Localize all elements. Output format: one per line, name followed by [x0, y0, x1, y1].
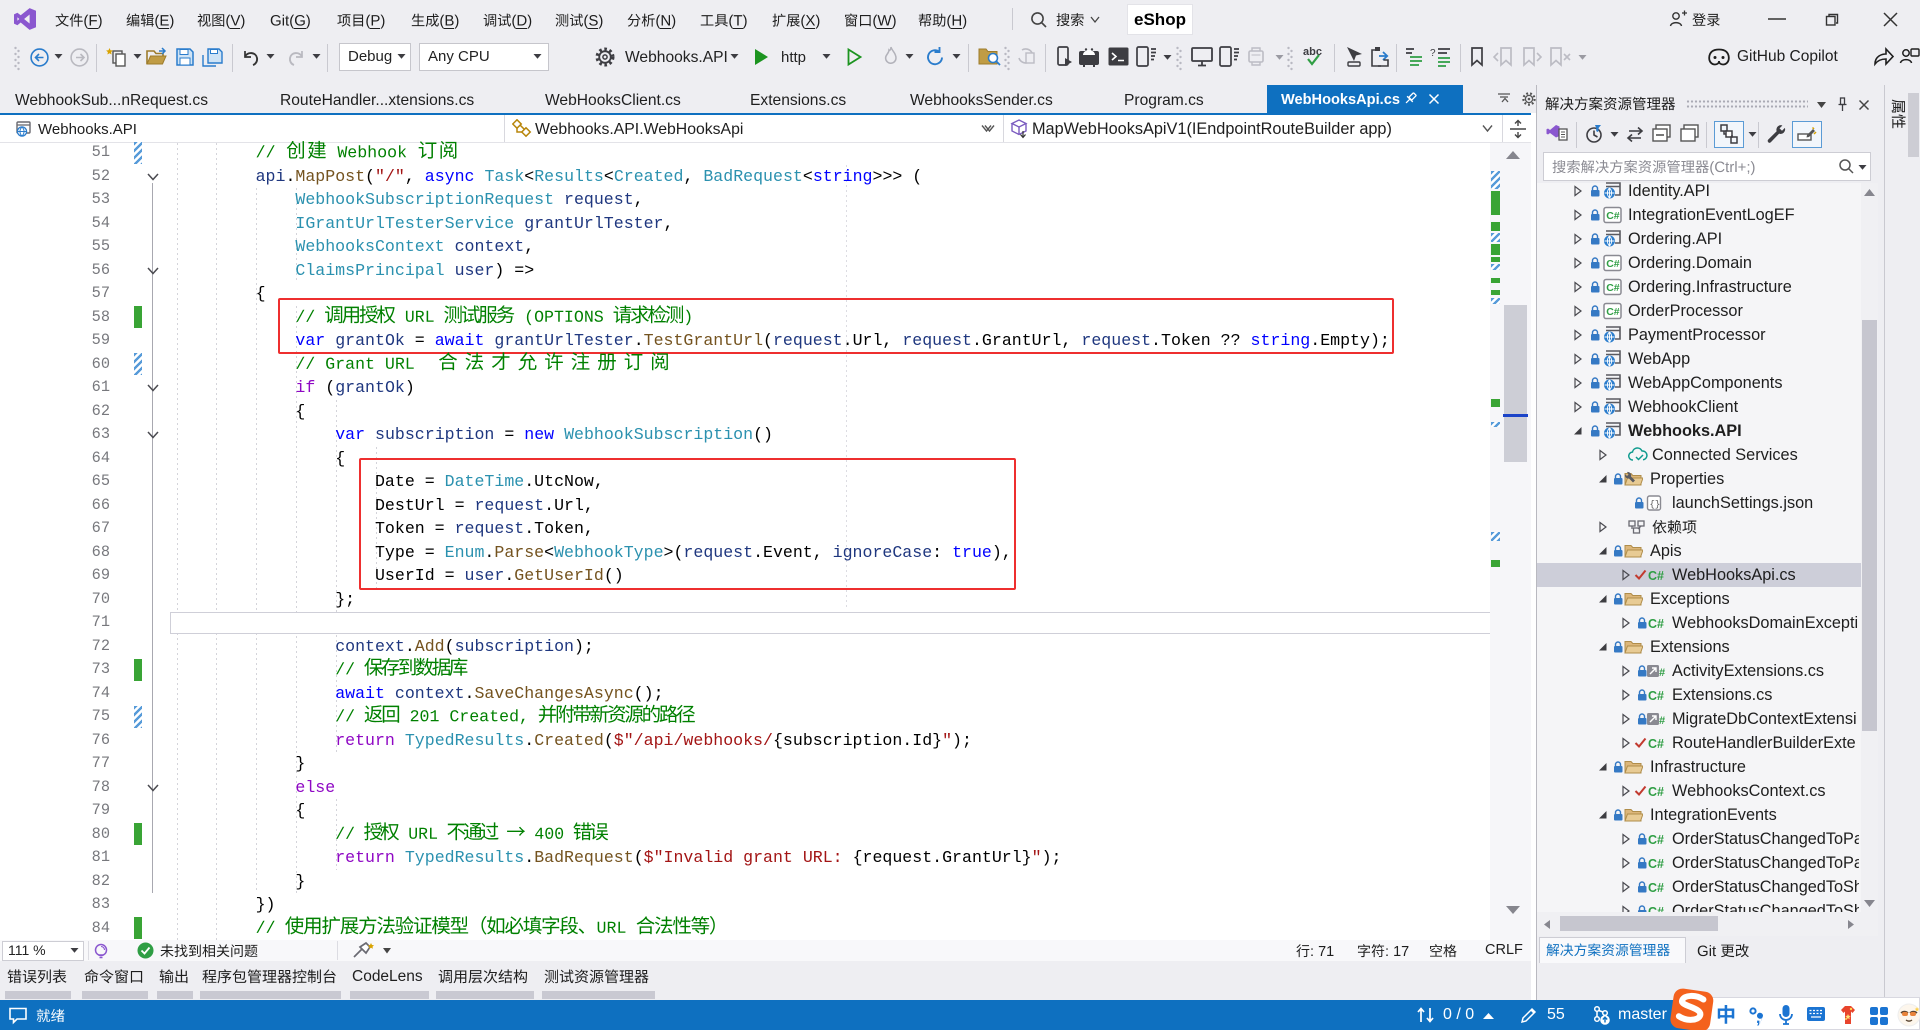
svg-text:C#: C#	[1606, 306, 1620, 318]
svg-text:C#: C#	[1606, 210, 1620, 222]
svg-text:,: ,	[1756, 1010, 1760, 1026]
svg-text:C#: C#	[1648, 785, 1664, 799]
svg-text:C#: C#	[1648, 857, 1664, 871]
svg-text:C#: C#	[1648, 617, 1664, 631]
svg-text:#: #	[1659, 715, 1665, 727]
svg-text:{}: {}	[1650, 500, 1661, 510]
svg-text:C#: C#	[1648, 881, 1664, 895]
svg-text:C#: C#	[1606, 282, 1620, 294]
svg-text:#: #	[1659, 667, 1665, 679]
svg-text:C#: C#	[1606, 258, 1620, 270]
svg-text:?: ?	[1430, 48, 1436, 59]
svg-text:C#: C#	[1648, 737, 1664, 751]
svg-text:C#: C#	[1648, 569, 1664, 583]
svg-text:C#: C#	[1648, 689, 1664, 703]
svg-text:C#: C#	[1648, 833, 1664, 847]
